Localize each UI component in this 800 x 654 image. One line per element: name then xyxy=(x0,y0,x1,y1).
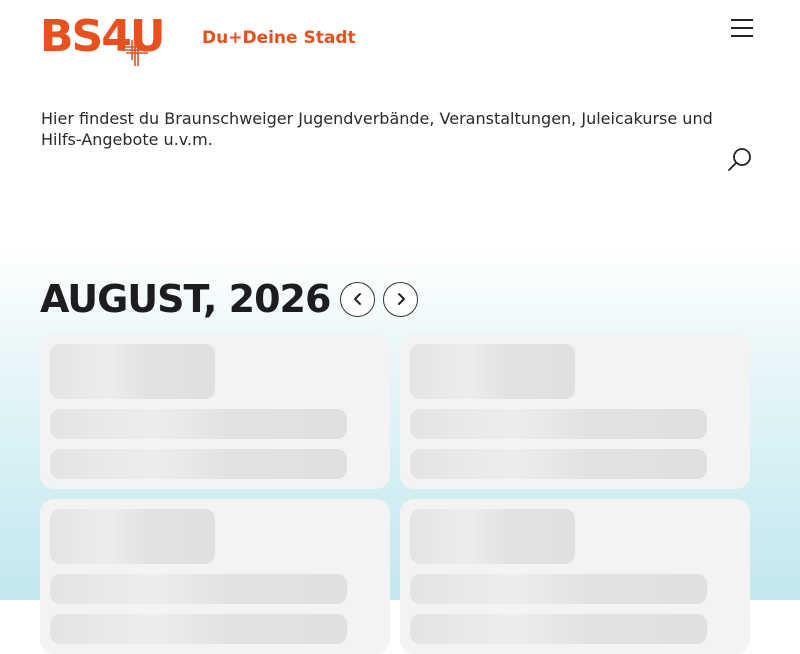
month-title: AUGUST, 2026 xyxy=(40,277,331,321)
event-card-placeholder xyxy=(400,499,750,654)
chevron-left-icon xyxy=(353,293,361,305)
skeleton-line xyxy=(410,449,707,479)
skeleton-line xyxy=(50,614,347,644)
site-tagline: Du+Deine Stadt xyxy=(202,28,356,48)
skeleton-line xyxy=(50,409,347,439)
menu-button[interactable] xyxy=(731,19,753,37)
event-card-placeholder xyxy=(40,499,390,654)
next-month-button[interactable] xyxy=(383,281,419,317)
logo-mark: BS4U xyxy=(40,14,178,66)
skeleton-line xyxy=(410,614,707,644)
intro-text: Hier findest du Braunschweiger Jugendver… xyxy=(41,109,713,149)
skeleton-title xyxy=(50,509,215,564)
event-card-placeholder xyxy=(400,334,750,489)
search-icon xyxy=(728,148,751,171)
chevron-right-icon xyxy=(397,293,405,305)
hamburger-line xyxy=(731,35,753,37)
skeleton-title xyxy=(50,344,215,399)
skeleton-title xyxy=(410,509,575,564)
skeleton-line xyxy=(410,409,707,439)
search-button[interactable] xyxy=(726,146,754,174)
hamburger-line xyxy=(731,27,753,29)
event-card-placeholder xyxy=(40,334,390,489)
previous-month-button[interactable] xyxy=(340,281,376,317)
calendar-header: AUGUST, 2026 xyxy=(40,276,419,322)
hamburger-menu-icon xyxy=(731,19,753,21)
skeleton-line xyxy=(50,449,347,479)
site-logo[interactable]: BS4U Du+Deine Stadt xyxy=(40,14,356,66)
skeleton-title xyxy=(410,344,575,399)
logo-plus-icon xyxy=(122,40,148,66)
